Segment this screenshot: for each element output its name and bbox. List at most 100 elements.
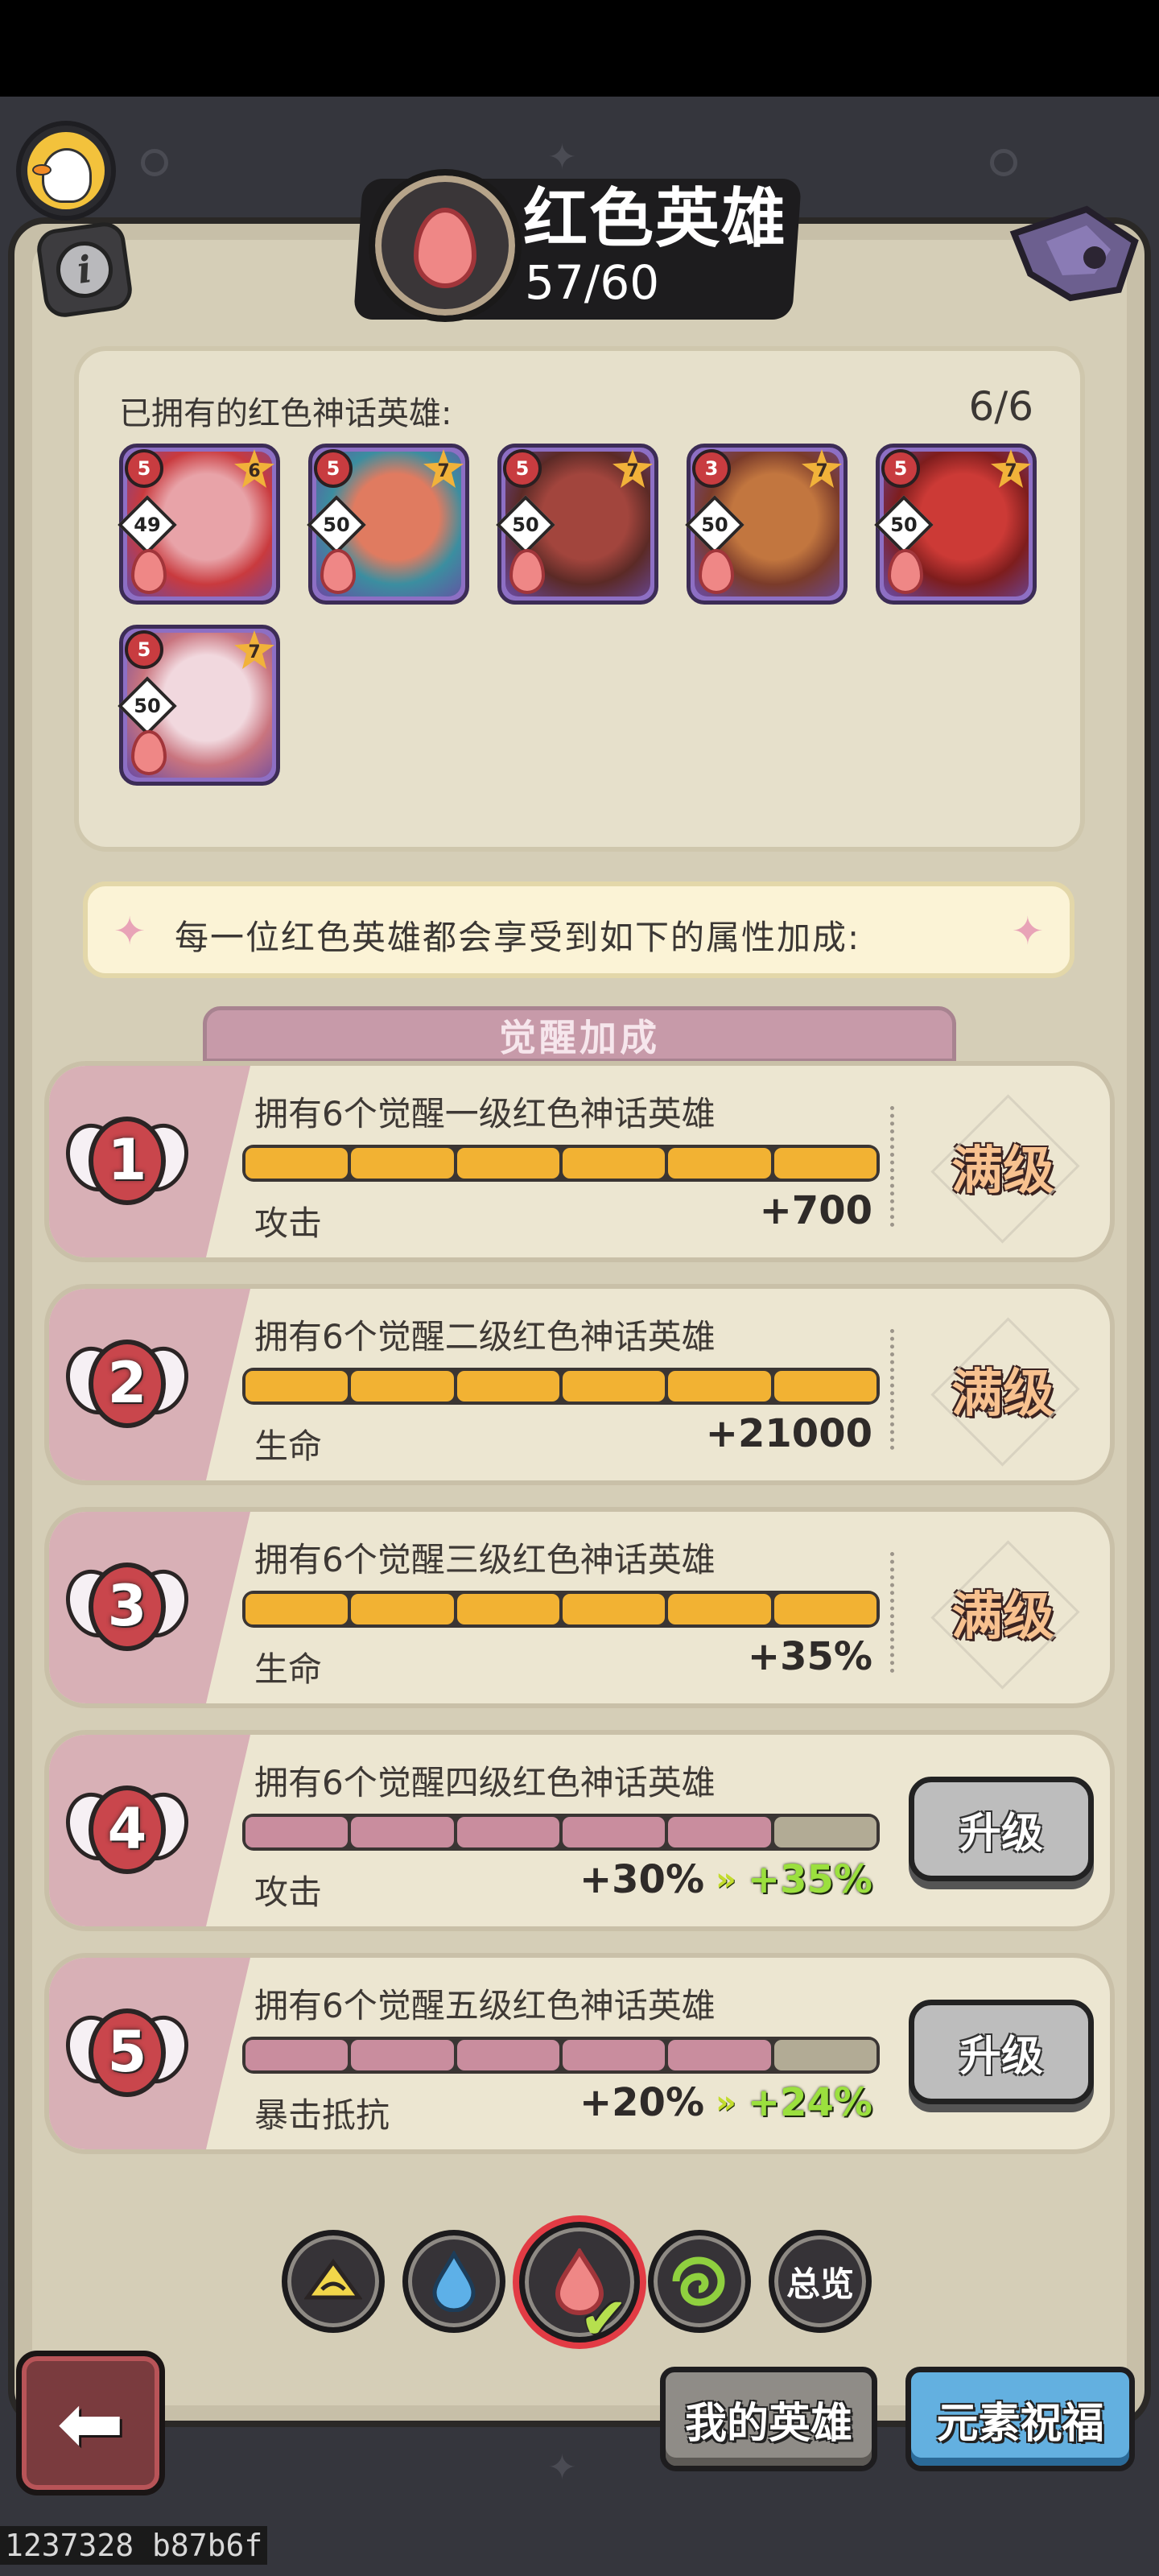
bonus-requirement: 拥有6个觉醒一级红色神话英雄: [254, 1094, 716, 1133]
bonus-requirement: 拥有6个觉醒五级红色神话英雄: [254, 1986, 716, 2025]
owned-count: 6/6: [968, 383, 1033, 430]
awaken-badge: 5: [125, 630, 163, 669]
tier-medal-icon: 4: [56, 1771, 198, 1892]
progress-bar: [242, 1591, 880, 1628]
bonus-row: 1 拥有6个觉醒一级红色神话英雄 攻击 +700 满级: [44, 1061, 1115, 1262]
tab-blue[interactable]: [402, 2230, 505, 2333]
tier-medal-icon: 5: [56, 1994, 198, 2115]
back-button[interactable]: ⬅: [16, 2351, 165, 2496]
stat-value: +21000: [706, 1411, 872, 1456]
double-arrow-icon: »: [716, 2084, 736, 2121]
progress-segment: [773, 1371, 876, 1402]
current-value: +20%: [579, 2080, 705, 2125]
tier-number: 1: [107, 1127, 147, 1193]
bonus-row: 5 拥有6个觉醒五级红色神话英雄 暴击抵抗 +20% » +24% 升级: [44, 1953, 1115, 2154]
upgrade-button[interactable]: 升级: [909, 2000, 1094, 2104]
my-heroes-button[interactable]: 我的英雄: [660, 2367, 877, 2471]
bonus-row: 2 拥有6个觉醒二级红色神话英雄 生命 +21000 满级: [44, 1284, 1115, 1485]
progress-segment: [351, 1371, 454, 1402]
bonus-requirement: 拥有6个觉醒四级红色神话英雄: [254, 1763, 716, 1802]
hero-level: 50: [890, 514, 918, 536]
stat-name: 暴击抵抗: [254, 2095, 390, 2135]
stat-name: 生命: [254, 1426, 323, 1466]
hero-level: 50: [323, 514, 350, 536]
hero-card[interactable]: 5 7 50: [496, 444, 658, 605]
element-blessing-button[interactable]: 元素祝福: [905, 2367, 1135, 2471]
progress-segment: [351, 2040, 454, 2070]
crystal-decoration: [1009, 205, 1139, 302]
progress-bar: [242, 1145, 880, 1182]
progress-segment: [562, 2040, 666, 2070]
next-value: +24%: [747, 2080, 872, 2125]
awaken-badge: 5: [881, 449, 920, 488]
stat-value: +20% » +24%: [580, 2080, 872, 2125]
info-icon: i: [52, 237, 117, 302]
stat-name: 生命: [254, 1649, 323, 1689]
tier-number: 3: [107, 1573, 147, 1639]
sparkle-icon: ✦: [113, 909, 146, 954]
progress-segment: [456, 1817, 559, 1847]
progress-segment: [562, 1594, 666, 1624]
hero-level: 50: [134, 695, 161, 717]
stat-value: +700: [760, 1188, 872, 1233]
selected-check-icon: ✔: [580, 2285, 629, 2352]
tier-medal-icon: 3: [56, 1548, 198, 1669]
upgrade-button[interactable]: 升级: [909, 1777, 1094, 1881]
progress-segment: [773, 1594, 876, 1624]
progress-segment: [456, 1371, 559, 1402]
bonus-row: 3 拥有6个觉醒三级红色神话英雄 生命 +35% 满级: [44, 1507, 1115, 1708]
info-button[interactable]: i: [34, 219, 135, 320]
progress-segment: [668, 1371, 771, 1402]
progress-segment: [245, 2040, 349, 2070]
bonus-info-text: 每一位红色英雄都会享受到如下的属性加成:: [175, 918, 861, 957]
progress-segment: [351, 1817, 454, 1847]
tier-number: 5: [107, 2019, 147, 2085]
hero-card[interactable]: 5 7 50: [307, 444, 469, 605]
hero-card[interactable]: 5 7 50: [874, 444, 1037, 605]
hero-card[interactable]: 5 7 50: [118, 625, 280, 786]
progress-segment: [245, 1148, 349, 1179]
tab-green[interactable]: [648, 2230, 751, 2333]
element-tabs: 总览 ✔: [282, 2222, 877, 2352]
tab-yellow[interactable]: [282, 2230, 385, 2333]
stat-value: +30% » +35%: [580, 1857, 872, 1902]
current-value: +21000: [705, 1411, 872, 1456]
duck-icon: [42, 148, 92, 203]
awaken-badge: 5: [125, 449, 163, 488]
awakening-bonus-title: 觉醒加成: [499, 1016, 660, 1059]
awaken-badge: 5: [314, 449, 353, 488]
progress-segment: [456, 1148, 559, 1179]
page-title: 红色英雄: [523, 181, 787, 256]
hero-level: 50: [701, 514, 728, 536]
tier-medal-icon: 1: [56, 1102, 198, 1223]
progress-segment: [245, 1371, 349, 1402]
tier-medal-icon: 2: [56, 1325, 198, 1446]
current-value: +30%: [579, 1857, 705, 1902]
awaken-badge: 5: [503, 449, 542, 488]
progress-segment: [562, 1371, 666, 1402]
player-avatar[interactable]: [16, 121, 116, 221]
max-level-label: 满级: [938, 1106, 1067, 1227]
progress-bar: [242, 2037, 880, 2074]
build-id: 1237328 b87b6f: [0, 2526, 268, 2565]
tab-label: 总览: [786, 2264, 854, 2304]
tier-number: 4: [107, 1796, 147, 1862]
hero-card[interactable]: 3 7 50: [685, 444, 848, 605]
hero-count: 57/60: [525, 255, 660, 310]
red-element-icon: [369, 169, 522, 322]
sparkle-icon: ✦: [1011, 909, 1044, 954]
max-level-label: 满级: [938, 1552, 1067, 1673]
tab-overview[interactable]: 总览: [769, 2230, 872, 2333]
progress-segment: [245, 1594, 349, 1624]
hero-level: 49: [134, 514, 161, 536]
tier-number: 2: [107, 1350, 147, 1416]
progress-segment: [456, 2040, 559, 2070]
progress-bar: [242, 1368, 880, 1405]
progress-segment: [773, 2040, 876, 2070]
progress-segment: [562, 1817, 666, 1847]
hero-card[interactable]: 5 6 49: [118, 444, 280, 605]
progress-segment: [351, 1148, 454, 1179]
progress-segment: [245, 1817, 349, 1847]
double-arrow-icon: »: [716, 1861, 736, 1898]
progress-segment: [668, 1148, 771, 1179]
